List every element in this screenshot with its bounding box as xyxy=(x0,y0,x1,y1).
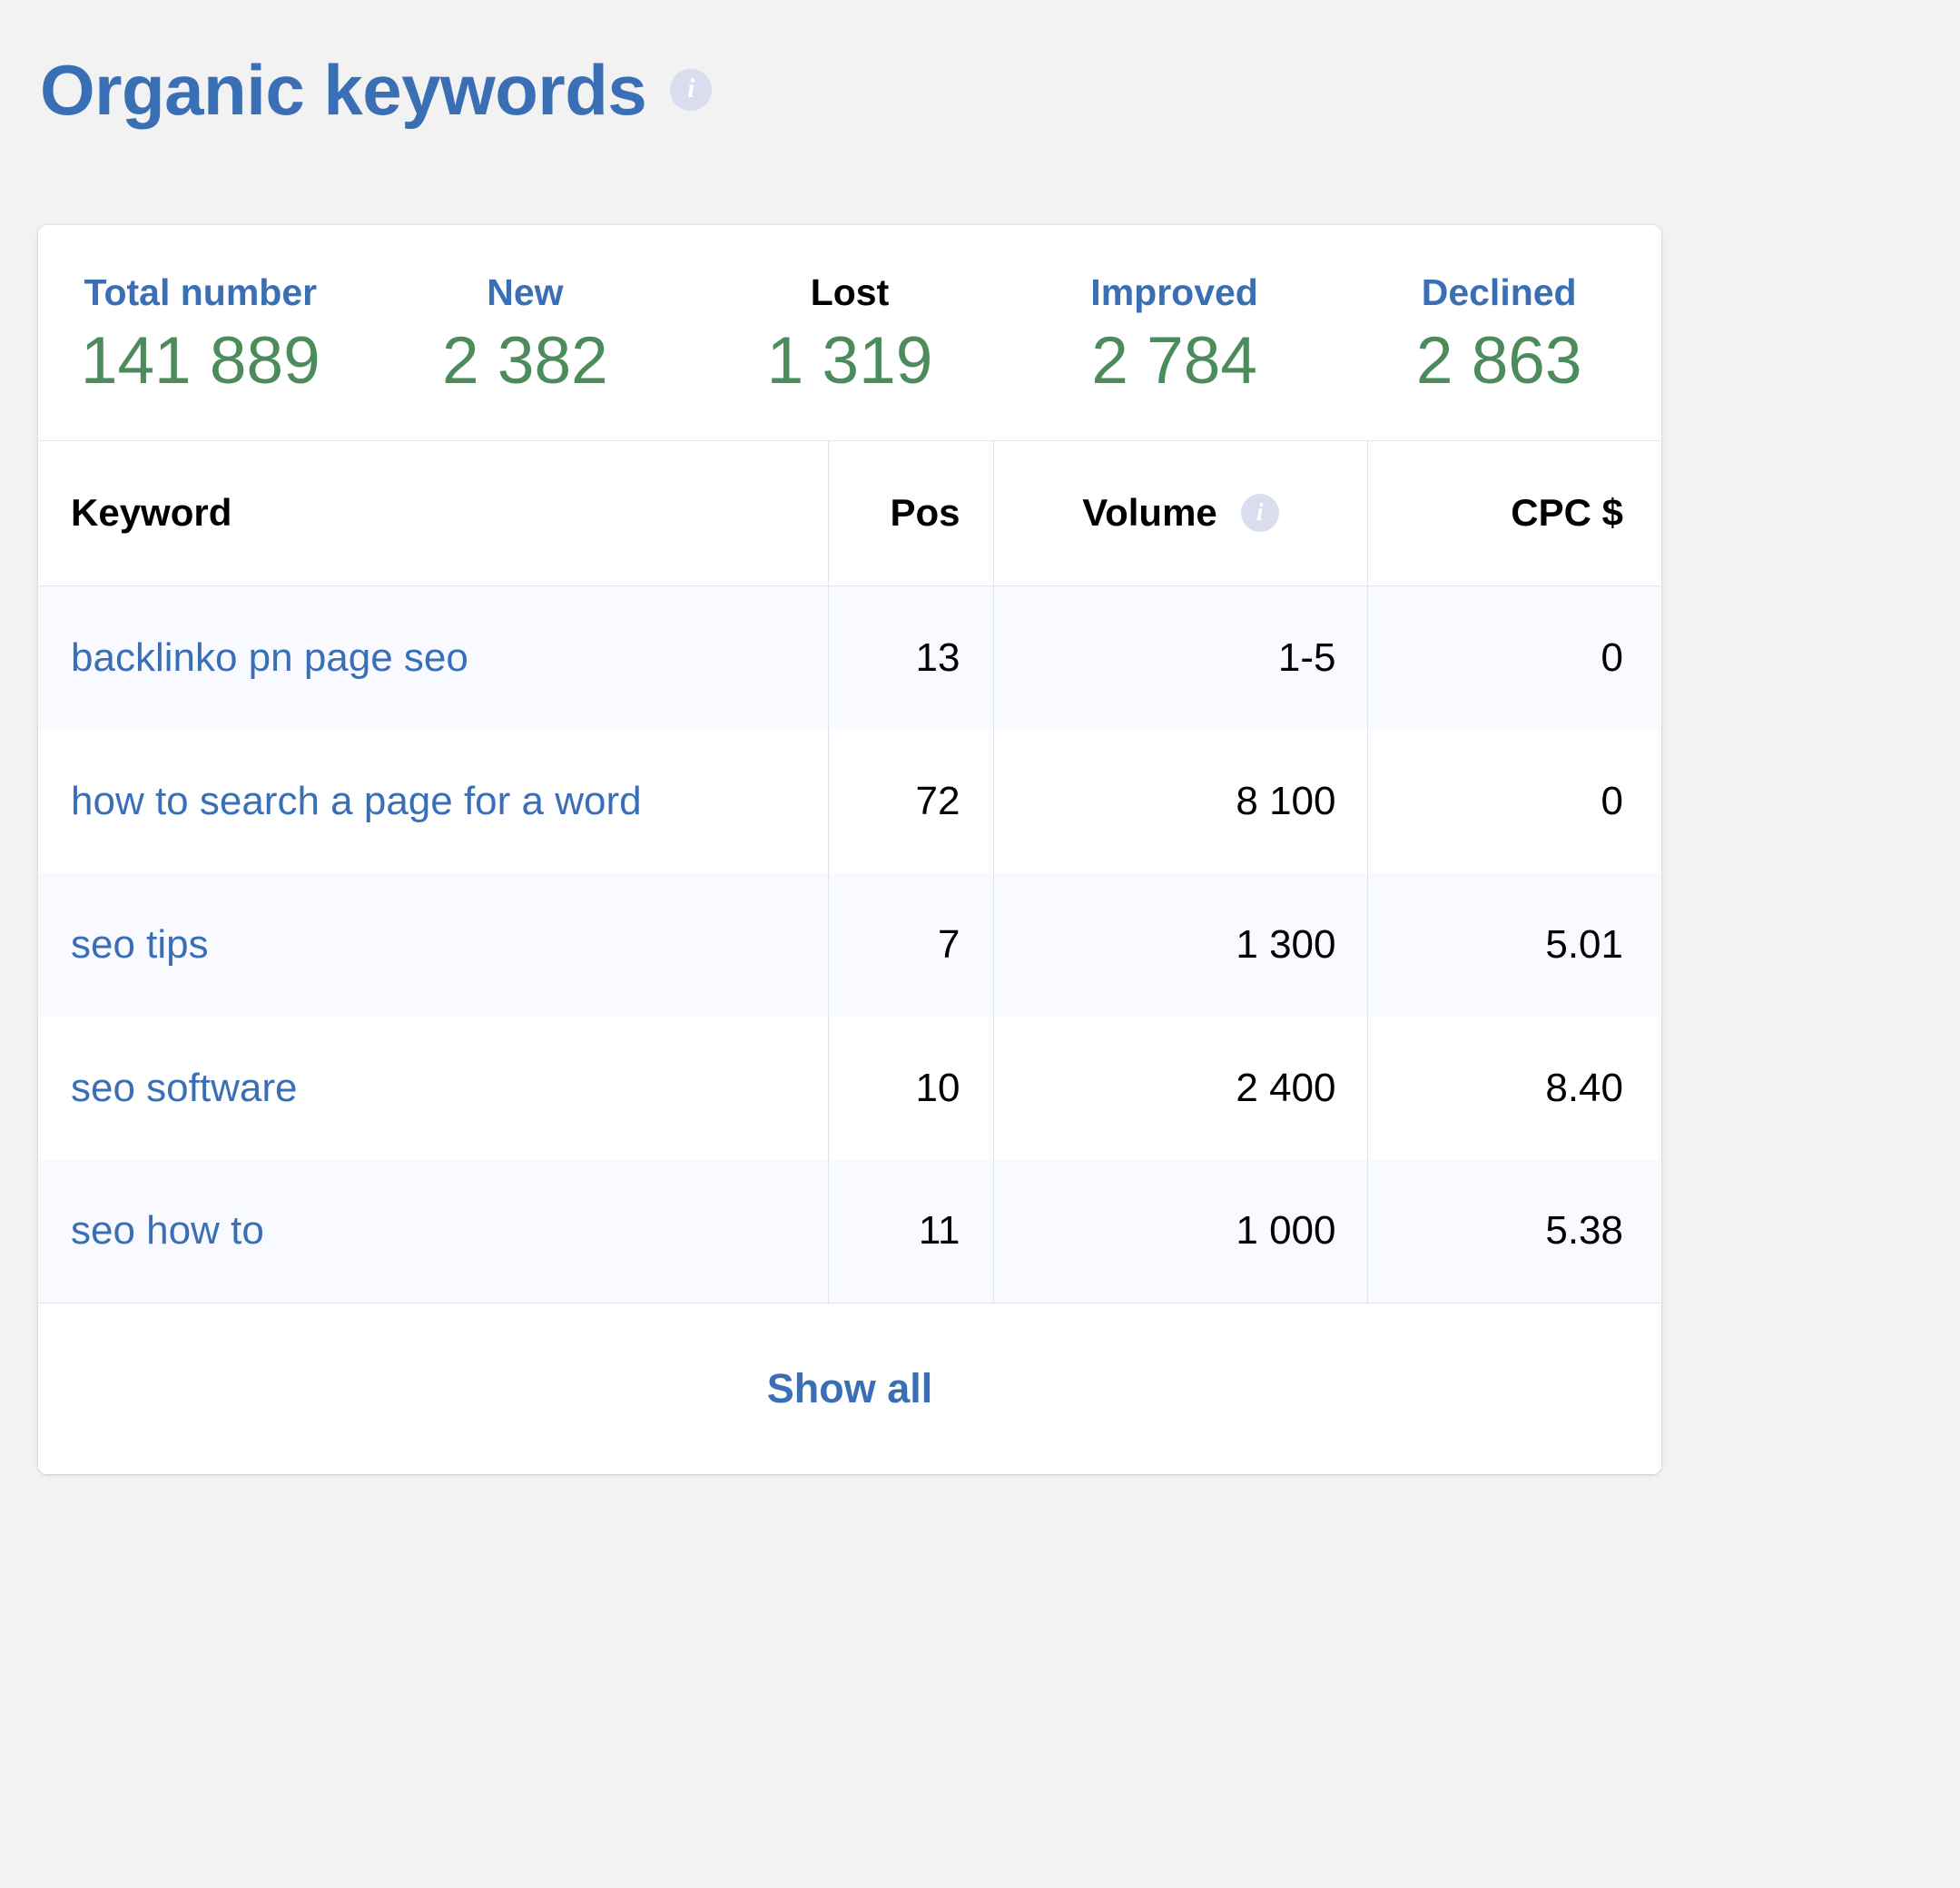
info-icon[interactable]: i xyxy=(670,69,713,111)
summary-label[interactable]: Lost xyxy=(811,271,890,314)
column-header-volume-label: Volume xyxy=(1082,491,1217,535)
cell-cpc: 0 xyxy=(1601,778,1623,823)
summary-metric-lost[interactable]: Lost 1 319 xyxy=(687,271,1012,398)
page-title-row: Organic keywords i xyxy=(40,50,713,130)
keyword-link[interactable]: how to search a page for a word xyxy=(71,779,642,823)
summary-label[interactable]: New xyxy=(487,271,563,314)
cell-keyword: seo how to xyxy=(38,1159,829,1304)
keywords-table: Keyword Pos Volume i CPC $ backlinko pn … xyxy=(38,440,1661,1304)
summary-metric-total-number[interactable]: Total number 141 889 xyxy=(38,271,363,398)
table-header-row: Keyword Pos Volume i CPC $ xyxy=(38,440,1661,587)
column-header-volume[interactable]: Volume i xyxy=(993,440,1368,587)
cell-cpc: 0 xyxy=(1367,585,1661,730)
summary-value: 2 784 xyxy=(1091,323,1257,398)
card-footer: Show all xyxy=(38,1303,1661,1475)
keyword-link[interactable]: seo how to xyxy=(71,1208,264,1253)
keywords-table-body: backlinko pn page seo 13 1-5 0 how to se… xyxy=(38,585,1661,1304)
cell-pos: 10 xyxy=(828,1016,994,1160)
keywords-table-head: Keyword Pos Volume i CPC $ xyxy=(38,440,1661,587)
keyword-link[interactable]: backlinko pn page seo xyxy=(71,635,468,680)
cell-pos: 7 xyxy=(828,872,994,1017)
summary-label[interactable]: Total number xyxy=(84,271,317,314)
volume-header-inner: Volume i xyxy=(995,491,1367,535)
cell-keyword: backlinko pn page seo xyxy=(38,585,829,730)
cell-volume: 8 100 xyxy=(993,729,1368,873)
cell-pos: 11 xyxy=(828,1159,994,1304)
column-header-keyword[interactable]: Keyword xyxy=(38,440,829,587)
cell-cpc: 5.38 xyxy=(1367,1159,1661,1304)
cell-volume: 2 400 xyxy=(993,1016,1368,1160)
summary-value: 1 319 xyxy=(766,323,933,398)
summary-value: 2 863 xyxy=(1415,323,1582,398)
cell-volume: 1-5 xyxy=(993,585,1368,730)
cell-pos: 13 xyxy=(828,585,994,730)
keyword-link[interactable]: seo software xyxy=(71,1066,297,1110)
column-header-cpc[interactable]: CPC $ xyxy=(1367,440,1661,587)
summary-metric-new[interactable]: New 2 382 xyxy=(363,271,688,398)
cell-cpc: 8.40 xyxy=(1545,1065,1623,1110)
summary-metrics: Total number 141 889 New 2 382 Lost 1 31… xyxy=(38,225,1661,441)
cell-cpc: 5.01 xyxy=(1367,872,1661,1017)
cell-pos: 72 xyxy=(828,729,994,873)
cell-keyword: how to search a page for a word xyxy=(38,729,829,873)
summary-metric-declined[interactable]: Declined 2 863 xyxy=(1336,271,1661,398)
cell-volume: 1 300 xyxy=(993,872,1368,1017)
summary-label[interactable]: Improved xyxy=(1090,271,1258,314)
summary-value: 141 889 xyxy=(80,323,320,398)
organic-keywords-widget: Organic keywords i Total number 141 889 … xyxy=(0,0,1960,1888)
page-title: Organic keywords xyxy=(40,50,647,130)
cell-keyword: seo software xyxy=(38,1016,829,1160)
table-row[interactable]: how to search a page for a word 72 8 100… xyxy=(38,729,1661,873)
show-all-link[interactable]: Show all xyxy=(767,1365,933,1412)
info-icon[interactable]: i xyxy=(1240,494,1279,533)
cell-volume: 1 000 xyxy=(993,1159,1368,1304)
cell-keyword: seo tips xyxy=(38,872,829,1017)
column-header-pos[interactable]: Pos xyxy=(828,440,994,587)
keyword-link[interactable]: seo tips xyxy=(71,922,209,967)
table-row[interactable]: seo how to 11 1 000 5.38 xyxy=(38,1159,1661,1304)
organic-keywords-card: Total number 141 889 New 2 382 Lost 1 31… xyxy=(38,225,1661,1475)
summary-value: 2 382 xyxy=(442,323,608,398)
summary-label[interactable]: Declined xyxy=(1422,271,1577,314)
table-row[interactable]: backlinko pn page seo 13 1-5 0 xyxy=(38,585,1661,730)
table-row[interactable]: seo tips 7 1 300 5.01 xyxy=(38,872,1661,1017)
table-row[interactable]: seo software 10 2 400 8.40 xyxy=(38,1016,1661,1160)
summary-metric-improved[interactable]: Improved 2 784 xyxy=(1012,271,1337,398)
